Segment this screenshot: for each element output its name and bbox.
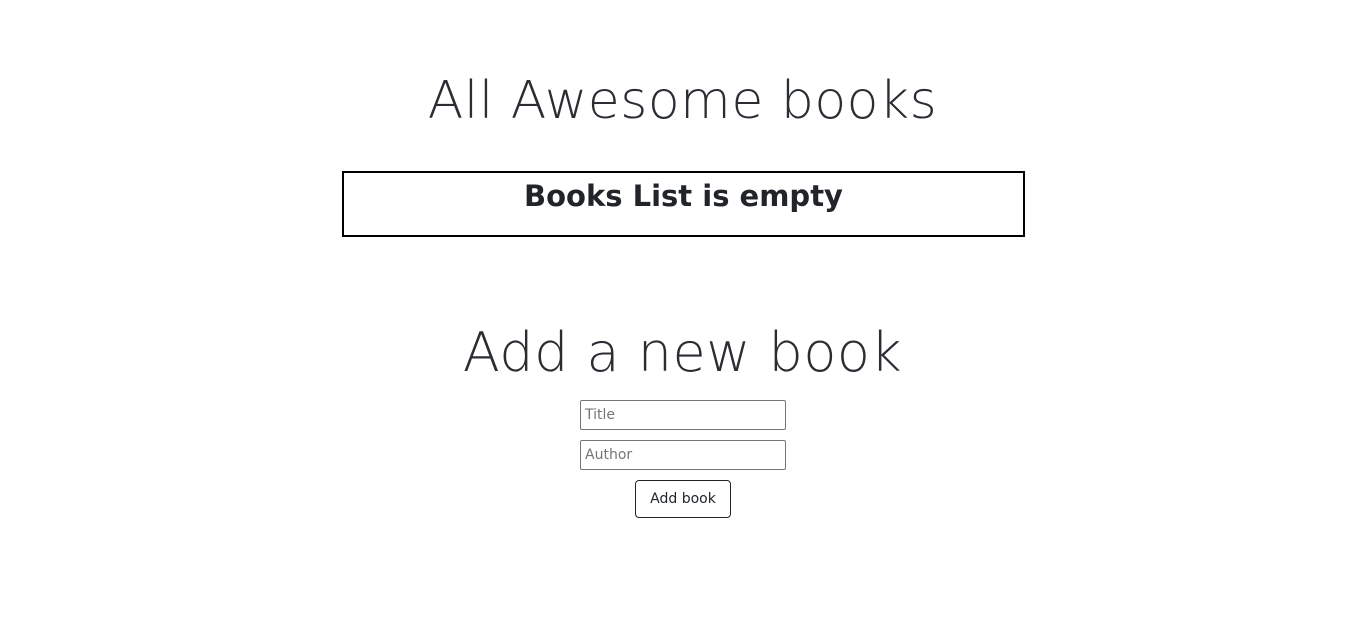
books-list-empty-message: Books List is empty bbox=[524, 179, 843, 213]
page-title: All Awesome books bbox=[427, 71, 938, 131]
title-input[interactable] bbox=[580, 400, 786, 430]
books-list-container: Books List is empty bbox=[342, 171, 1025, 237]
add-book-heading: Add a new book bbox=[462, 321, 903, 384]
page: All Awesome books Books List is empty Ad… bbox=[0, 0, 1365, 625]
add-book-button[interactable]: Add book bbox=[635, 480, 731, 518]
author-input[interactable] bbox=[580, 440, 786, 470]
